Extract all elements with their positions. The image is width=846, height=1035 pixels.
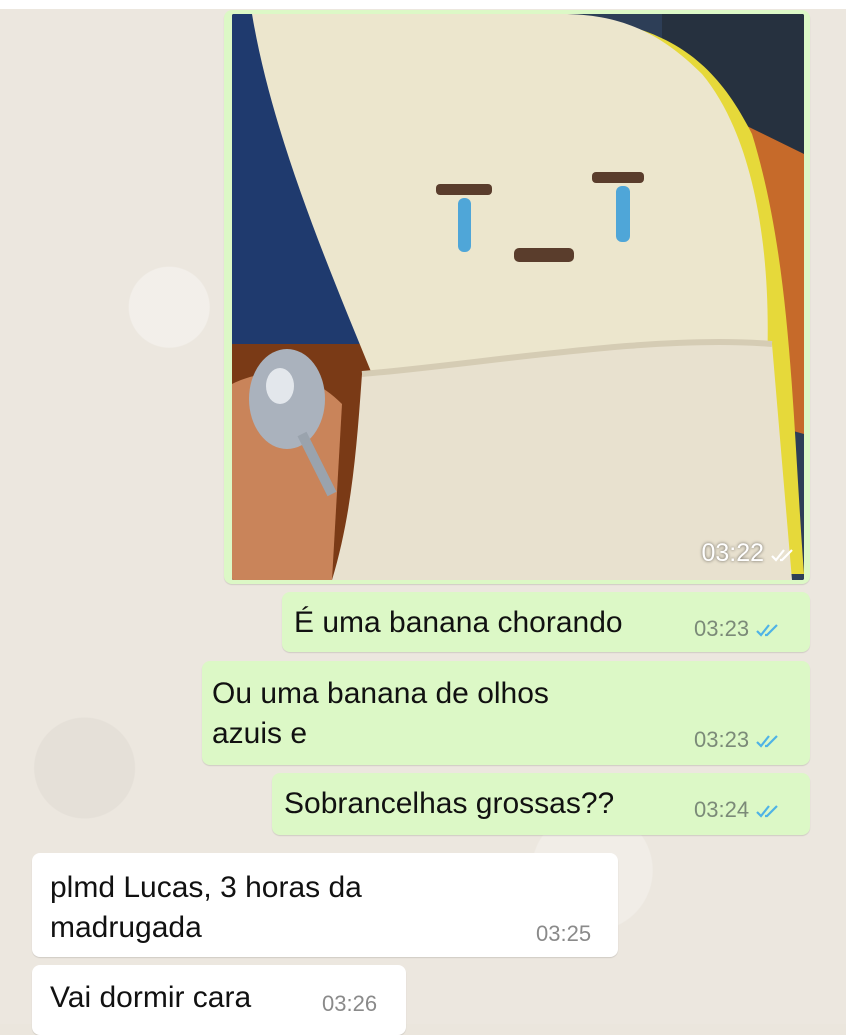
- message-text: azuis e: [212, 717, 308, 750]
- message-bubble[interactable]: Sobrancelhas grossas?? 03:24: [272, 773, 810, 835]
- photo-timestamp: 03:22: [701, 534, 796, 572]
- photo-crying-banana-plush[interactable]: [232, 14, 804, 580]
- double-check-icon: [756, 735, 778, 748]
- message-text: Sobrancelhas grossas??: [284, 787, 615, 820]
- photo-message-bubble[interactable]: 03:22: [224, 10, 810, 584]
- message-text: Vai dormir cara: [50, 981, 252, 1014]
- message-timestamp: 03:24: [694, 799, 781, 821]
- message-bubble[interactable]: Ou uma banana de olhos azuis e 03:23: [202, 661, 810, 765]
- message-bubble[interactable]: plmd Lucas, 3 horas da madrugada 03:25: [32, 853, 618, 957]
- double-check-icon: [756, 624, 778, 637]
- message-bubble[interactable]: É uma banana chorando 03:23: [282, 592, 810, 652]
- message-text: É uma banana chorando: [294, 606, 623, 639]
- message-timestamp: 03:23: [694, 729, 781, 751]
- top-edge: [0, 0, 846, 9]
- message-timestamp: 03:26: [322, 991, 378, 1016]
- message-timestamp: 03:25: [536, 921, 592, 946]
- message-timestamp: 03:23: [694, 618, 781, 640]
- double-check-icon: [756, 805, 778, 818]
- message-text: plmd Lucas, 3 horas da: [50, 871, 362, 904]
- message-text: madrugada: [50, 911, 202, 944]
- message-text: Ou uma banana de olhos: [212, 677, 549, 710]
- double-check-icon: [771, 549, 793, 562]
- message-bubble[interactable]: Vai dormir cara 03:26: [32, 965, 406, 1035]
